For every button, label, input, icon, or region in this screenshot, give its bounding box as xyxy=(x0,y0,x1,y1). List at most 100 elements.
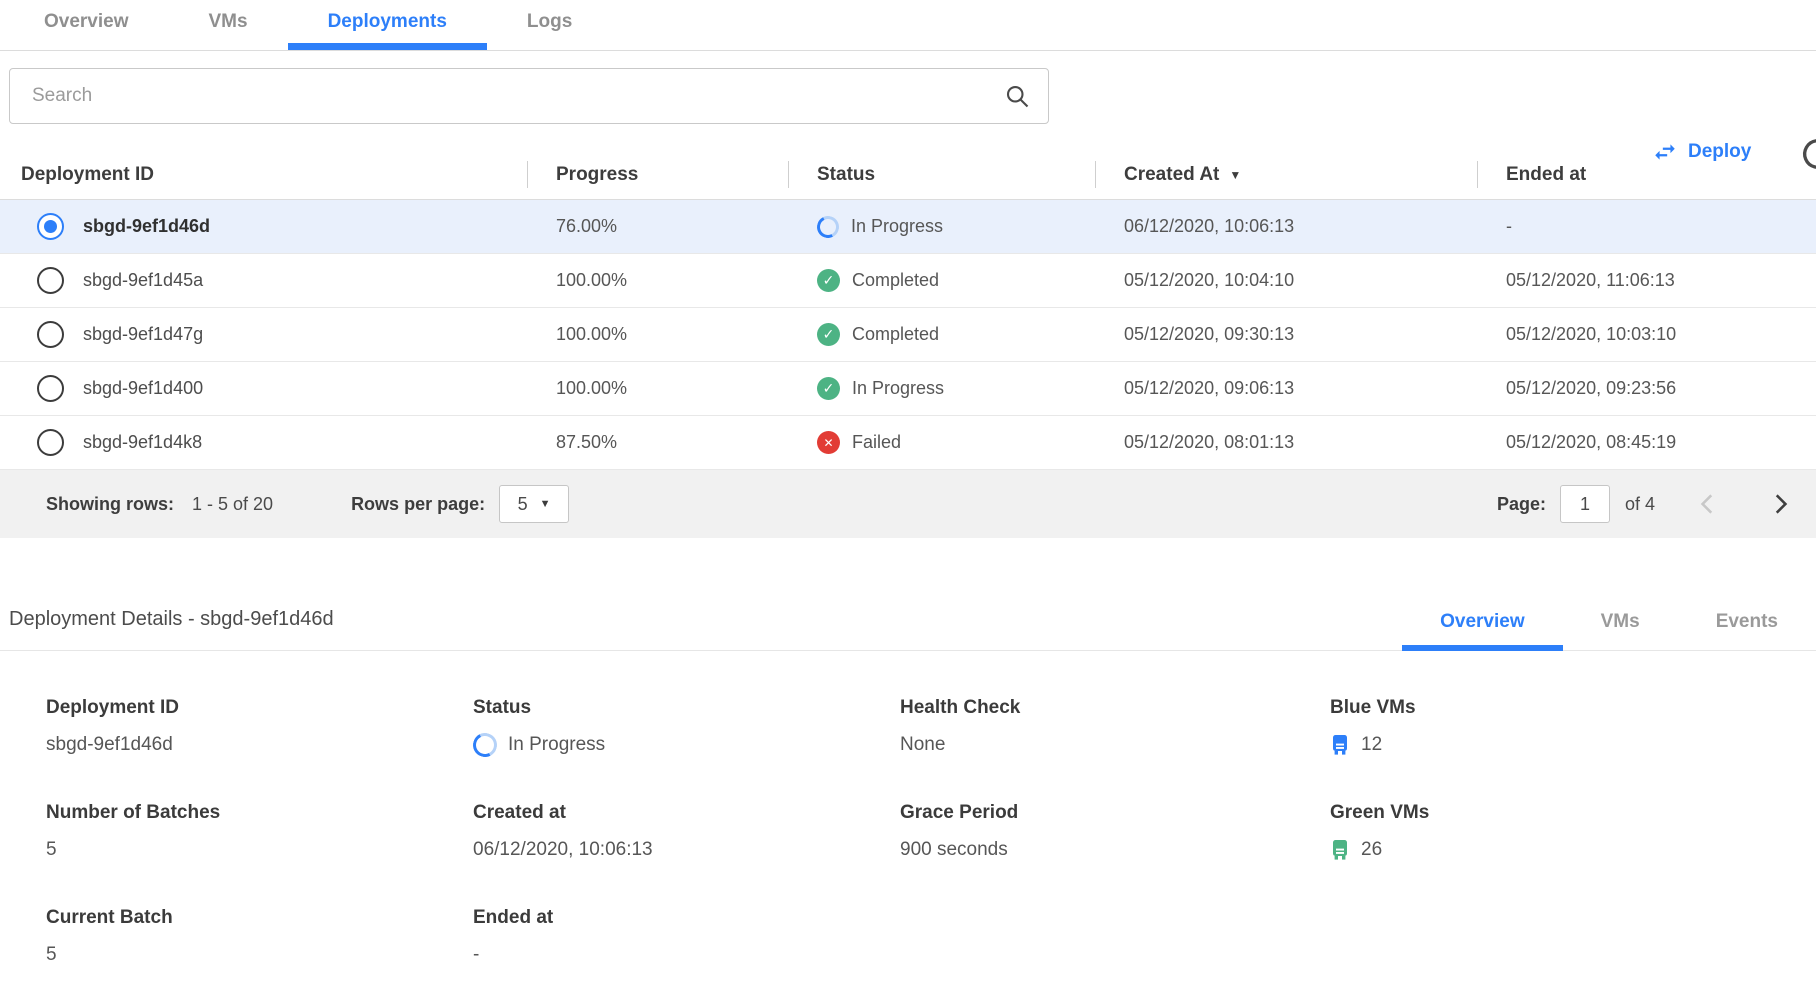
page-label: Page: xyxy=(1497,494,1546,515)
tab-label: Deployments xyxy=(328,11,447,33)
table-row[interactable]: sbgd-9ef1d46d 76.00% In Progress 06/12/2… xyxy=(0,200,1816,254)
status-value: Completed xyxy=(852,324,939,345)
vm-icon xyxy=(1330,839,1350,861)
details-header: Deployment Details - sbgd-9ef1d46d Overv… xyxy=(0,598,1816,651)
table-row[interactable]: sbgd-9ef1d45a 100.00% Completed 05/12/20… xyxy=(0,254,1816,308)
detail-field-label: Ended at xyxy=(473,907,900,929)
deployment-id-value: sbgd-9ef1d45a xyxy=(83,270,203,291)
progress-value: 76.00% xyxy=(556,216,617,237)
toolbar: Deploy xyxy=(0,51,1816,150)
previous-page-button[interactable] xyxy=(1688,484,1728,524)
detail-field-grace-period: Grace Period 900 seconds xyxy=(900,802,1330,863)
vm-icon xyxy=(1330,734,1350,756)
sort-desc-icon: ▼ xyxy=(1229,168,1241,182)
detail-field-text: 26 xyxy=(1361,839,1382,861)
table-body: sbgd-9ef1d46d 76.00% In Progress 06/12/2… xyxy=(0,200,1816,470)
column-label: Deployment ID xyxy=(21,164,154,186)
ended-at-cell: 05/12/2020, 08:45:19 xyxy=(1477,432,1816,453)
details-tab-vms[interactable]: VMs xyxy=(1563,611,1678,651)
tab-deployments[interactable]: Deployments xyxy=(288,0,487,50)
ended-at-value: - xyxy=(1506,216,1512,237)
status-value: Completed xyxy=(852,270,939,291)
created-at-cell: 06/12/2020, 10:06:13 xyxy=(1095,216,1477,237)
search-input[interactable] xyxy=(9,68,1049,124)
deployment-id-cell: sbgd-9ef1d400 xyxy=(0,375,527,402)
main-tabs: OverviewVMs Deployments Logs xyxy=(0,0,1816,51)
progress-value: 100.00% xyxy=(556,324,627,345)
detail-field-label: Current Batch xyxy=(46,907,473,929)
row-radio[interactable] xyxy=(37,321,64,348)
created-at-value: 05/12/2020, 08:01:13 xyxy=(1124,432,1294,453)
deployment-id-cell: sbgd-9ef1d45a xyxy=(0,267,527,294)
details-tab-overview[interactable]: Overview xyxy=(1402,611,1563,651)
detail-field-created-at: Created at 06/12/2020, 10:06:13 xyxy=(473,802,900,863)
status-cell: Completed xyxy=(788,269,1095,292)
details-tab-events[interactable]: Events xyxy=(1678,611,1816,651)
pagination-bar: Showing rows: 1 - 5 of 20 Rows per page:… xyxy=(0,470,1816,538)
tab-label: VMs xyxy=(1601,611,1640,632)
detail-field-ended-at: Ended at - xyxy=(473,907,900,968)
progress-cell: 100.00% xyxy=(527,378,788,399)
column-header-ended-at[interactable]: Ended at xyxy=(1477,150,1816,199)
row-radio[interactable] xyxy=(37,267,64,294)
deployment-id-cell: sbgd-9ef1d46d xyxy=(0,213,527,240)
error-circle-icon xyxy=(817,431,840,454)
created-at-cell: 05/12/2020, 09:30:13 xyxy=(1095,324,1477,345)
status-cell: Completed xyxy=(788,323,1095,346)
detail-field-label: Health Check xyxy=(900,697,1330,719)
table-row[interactable]: sbgd-9ef1d47g 100.00% Completed 05/12/20… xyxy=(0,308,1816,362)
rows-per-page-label: Rows per page: xyxy=(351,494,485,515)
row-radio[interactable] xyxy=(37,213,64,240)
deployment-id-value: sbgd-9ef1d4k8 xyxy=(83,432,202,453)
column-header-status[interactable]: Status xyxy=(788,150,1095,199)
rows-per-page-value: 5 xyxy=(518,494,528,515)
detail-field-value: 26 xyxy=(1330,837,1816,863)
created-at-cell: 05/12/2020, 08:01:13 xyxy=(1095,432,1477,453)
progress-value: 87.50% xyxy=(556,432,617,453)
column-header-progress[interactable]: Progress xyxy=(527,150,788,199)
check-circle-icon xyxy=(817,377,840,400)
detail-field-value: 06/12/2020, 10:06:13 xyxy=(473,837,900,863)
detail-field-value: 5 xyxy=(46,837,473,863)
search-box xyxy=(9,68,1049,124)
detail-field-value: 900 seconds xyxy=(900,837,1330,863)
tab-vms[interactable]: VMs xyxy=(169,0,288,50)
tab-label: Logs xyxy=(527,11,572,33)
page-number-input[interactable] xyxy=(1560,485,1610,523)
rows-per-page-select[interactable]: 5 ▼ xyxy=(499,485,569,523)
deployment-id-cell: sbgd-9ef1d4k8 xyxy=(0,429,527,456)
details-fields: Deployment ID sbgd-9ef1d46d Status In Pr… xyxy=(0,651,1816,968)
check-circle-icon xyxy=(817,323,840,346)
next-page-button[interactable] xyxy=(1760,484,1800,524)
ended-at-cell: 05/12/2020, 09:23:56 xyxy=(1477,378,1816,399)
detail-field-number-of-batches: Number of Batches 5 xyxy=(46,802,473,863)
column-header-created-at[interactable]: Created At ▼ xyxy=(1095,150,1477,199)
table-row[interactable]: sbgd-9ef1d4k8 87.50% Failed 05/12/2020, … xyxy=(0,416,1816,470)
table-header-row: Deployment ID Progress Status Created At… xyxy=(0,150,1816,200)
row-radio[interactable] xyxy=(37,429,64,456)
column-header-deployment-id[interactable]: Deployment ID xyxy=(0,150,527,199)
detail-field-blue-vms: Blue VMs 12 xyxy=(1330,697,1816,758)
detail-field-label: Deployment ID xyxy=(46,697,473,719)
ended-at-cell: 05/12/2020, 10:03:10 xyxy=(1477,324,1816,345)
ended-at-cell: 05/12/2020, 11:06:13 xyxy=(1477,270,1816,291)
detail-field-text: 5 xyxy=(46,944,57,966)
progress-cell: 100.00% xyxy=(527,324,788,345)
detail-field-text: 06/12/2020, 10:06:13 xyxy=(473,839,653,861)
detail-field-text: 12 xyxy=(1361,734,1382,756)
spinner-icon xyxy=(470,730,500,760)
created-at-value: 05/12/2020, 10:04:10 xyxy=(1124,270,1294,291)
created-at-value: 06/12/2020, 10:06:13 xyxy=(1124,216,1294,237)
detail-field-label: Blue VMs xyxy=(1330,697,1816,719)
detail-field-label: Green VMs xyxy=(1330,802,1816,824)
detail-field-label: Created at xyxy=(473,802,900,824)
tab-logs[interactable]: Logs xyxy=(487,0,612,50)
table-row[interactable]: sbgd-9ef1d400 100.00% In Progress 05/12/… xyxy=(0,362,1816,416)
tab-overview[interactable]: Overview xyxy=(4,0,169,50)
deployment-id-value: sbgd-9ef1d47g xyxy=(83,324,203,345)
ended-at-value: 05/12/2020, 08:45:19 xyxy=(1506,432,1676,453)
detail-field-label: Number of Batches xyxy=(46,802,473,824)
page-total-label: of 4 xyxy=(1625,494,1655,515)
row-radio[interactable] xyxy=(37,375,64,402)
status-value: Failed xyxy=(852,432,901,453)
